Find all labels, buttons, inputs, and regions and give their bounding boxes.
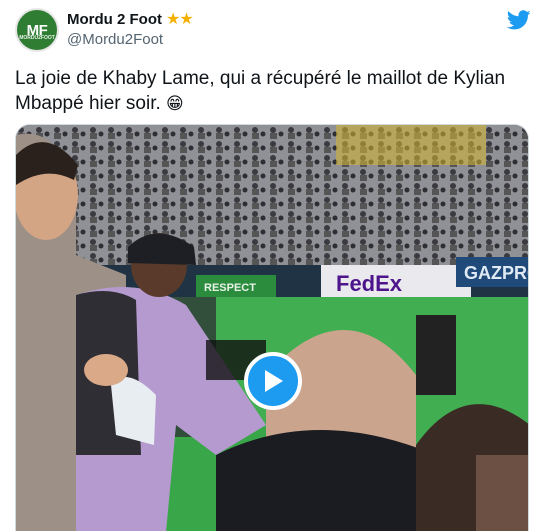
play-button[interactable] [244, 352, 302, 410]
tweet-header: MF MORDU2FOOT Mordu 2 Foot ★★ @Mordu2Foo… [15, 8, 531, 52]
respect-board: RESPECT [204, 282, 256, 294]
author-block[interactable]: Mordu 2 Foot ★★ @Mordu2Foot [67, 10, 194, 50]
fedex-board: FedEx [336, 271, 403, 296]
video-thumbnail: RESPECT FedEx GAZPRO [16, 125, 529, 531]
star-badge-icon: ★★ [165, 11, 194, 28]
tweet-text: La joie de Khaby Lame, qui a récupéré le… [15, 66, 530, 116]
avatar-subtext: MORDU2FOOT [19, 35, 55, 41]
tweet-body: La joie de Khaby Lame, qui a récupéré le… [15, 68, 506, 114]
play-icon [265, 370, 283, 392]
user-handle[interactable]: @Mordu2Foot [67, 30, 193, 50]
twitter-bird-icon[interactable] [507, 8, 531, 32]
tweet-card: MF MORDU2FOOT Mordu 2 Foot ★★ @Mordu2Foo… [0, 0, 546, 531]
gazprom-board: GAZPRO [464, 263, 529, 283]
avatar[interactable]: MF MORDU2FOOT [15, 8, 59, 52]
grin-emoji: 😁 [166, 94, 184, 113]
display-name[interactable]: Mordu 2 Foot [67, 10, 162, 30]
video-player[interactable]: RESPECT FedEx GAZPRO [15, 124, 529, 531]
